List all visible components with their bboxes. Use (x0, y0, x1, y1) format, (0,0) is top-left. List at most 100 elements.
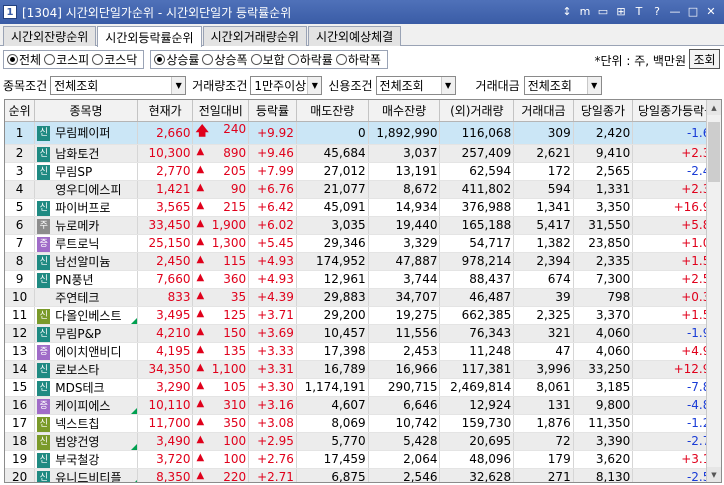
stock-name-cell[interactable]: 신 무림SP (34, 162, 138, 181)
table-row[interactable]: 1 신 무림페이퍼 2,660 🡅 240 +9.92 0 1,892,990 116,068 30… (5, 121, 721, 145)
stock-name[interactable]: 무림페이퍼 (55, 126, 110, 140)
column-header-7[interactable]: (외)거래량 (439, 100, 515, 122)
stock-name[interactable]: 남선알미늄 (55, 255, 110, 269)
tab-2[interactable]: 시간외거래량순위 (202, 26, 307, 46)
stock-name-cell[interactable]: 신 부국철강 (34, 450, 138, 469)
stock-name[interactable]: 영우디에스피 (55, 183, 121, 197)
chevron-down-icon[interactable]: ▼ (307, 77, 322, 94)
stock-name-cell[interactable]: 신 남선알미늄 (34, 252, 138, 271)
stock-name[interactable]: PN풍년 (55, 273, 93, 287)
table-row[interactable]: 4 영우디에스피 1,421 ▲ 90 +6.76 21,077 8,672 411,802 59… (5, 180, 721, 199)
stock-name[interactable]: 주연테크 (55, 291, 99, 305)
font-icon[interactable]: ? (650, 3, 664, 19)
vertical-scrollbar[interactable]: ▲ ▼ (706, 100, 721, 482)
scroll-down-icon[interactable]: ▼ (707, 467, 721, 482)
radio-dot-icon[interactable] (7, 54, 18, 65)
maximize-icon[interactable]: ✕ (704, 3, 718, 19)
amount-select[interactable]: 전체조회 ▼ (523, 76, 602, 95)
radio-dot-icon[interactable] (287, 54, 299, 65)
column-header-6[interactable]: 매수잔량 (368, 100, 441, 122)
stock-name-cell[interactable]: 주 뉴로메카 (34, 216, 138, 235)
screen-icon[interactable]: ▭ (596, 3, 610, 19)
stock-name-cell[interactable]: 신 유니드비티플 (34, 468, 138, 483)
stock-name-cell[interactable]: 신 무림페이퍼 (34, 121, 138, 145)
stock-name-cell[interactable]: 증 루트로닉 (34, 234, 138, 253)
stock-name-cell[interactable]: 영우디에스피 (34, 180, 138, 199)
table-row[interactable]: 12 신 무림P&P 4,210 ▲ 150 +3.69 10,457 11,556 76,343… (5, 324, 721, 343)
stock-name-cell[interactable]: 신 파이버프로 (34, 198, 138, 217)
sort-radio-1[interactable]: 상승폭 (202, 51, 248, 68)
sort-radio-2[interactable]: 보합 (250, 51, 285, 68)
stock-name-cell[interactable]: 증 에이치앤비디 (34, 342, 138, 361)
inquiry-button[interactable]: 조회 (689, 49, 720, 69)
minimize-icon[interactable]: □ (686, 3, 700, 19)
stock-name[interactable]: 무림SP (55, 165, 92, 179)
resize-icon[interactable]: ↕ (560, 3, 574, 19)
table-row[interactable]: 9 신 PN풍년 7,660 ▲ 360 +4.93 12,961 3,744 88,437 674… (5, 270, 721, 289)
radio-dot-icon[interactable] (335, 54, 347, 65)
link-icon[interactable]: ⊞ (614, 3, 628, 19)
stock-name-cell[interactable]: 신 PN풍년 (34, 270, 138, 289)
column-header-4[interactable]: 등락률 (248, 100, 297, 122)
stock-name-cell[interactable]: 주연테크 (34, 288, 138, 307)
stock-name[interactable]: MDS테크 (55, 381, 104, 395)
chevron-down-icon[interactable]: ▼ (171, 77, 186, 94)
credit-condition-select[interactable]: 전체조회 ▼ (375, 76, 456, 95)
stock-name-cell[interactable]: 신 무림P&P (34, 324, 138, 343)
tab-1[interactable]: 시간외등락률순위 (97, 26, 202, 47)
scroll-up-icon[interactable]: ▲ (707, 100, 721, 115)
stock-condition-select[interactable]: 전체조회 ▼ (50, 76, 187, 95)
column-header-2[interactable]: 현재가 (137, 100, 194, 122)
table-row[interactable]: 20 신 유니드비티플 8,350 ▲ 220 +2.71 6,875 2,546 32,628 2… (5, 468, 721, 483)
stock-name-cell[interactable]: 증 케이피에스 (34, 396, 138, 415)
table-row[interactable]: 13 증 에이치앤비디 4,195 ▲ 135 +3.33 17,398 2,453 11,248… (5, 342, 721, 361)
help-icon[interactable]: — (668, 3, 682, 19)
stock-name[interactable]: 루트로닉 (55, 237, 99, 251)
table-row[interactable]: 16 증 케이피에스 10,110 ▲ 310 +3.16 4,607 6,646 12,924 1… (5, 396, 721, 415)
table-row[interactable]: 11 신 다올인베스트 3,495 ▲ 125 +3.71 29,200 19,275 662,3… (5, 306, 721, 325)
table-row[interactable]: 2 신 남화토건 10,300 ▲ 890 +9.46 45,684 3,037 257,409 2… (5, 144, 721, 163)
scroll-thumb[interactable] (708, 122, 720, 182)
stock-name-cell[interactable]: 신 남화토건 (34, 144, 138, 163)
sort-radio-4[interactable]: 하락폭 (335, 51, 381, 68)
stock-name[interactable]: 유니드비티플 (55, 471, 121, 483)
stock-name[interactable]: 로보스타 (55, 363, 99, 377)
radio-dot-icon[interactable] (154, 54, 166, 65)
column-header-3[interactable]: 전일대비 (192, 100, 250, 122)
stock-name[interactable]: 범양건영 (55, 435, 99, 449)
sort-radio-0[interactable]: 상승률 (154, 51, 199, 68)
tab-0[interactable]: 시간외잔량순위 (3, 26, 97, 46)
stock-name-cell[interactable]: 신 로보스타 (34, 360, 138, 379)
stock-name[interactable]: 다올인베스트 (55, 309, 121, 323)
table-row[interactable]: 6 주 뉴로메카 33,450 ▲ 1,900 +6.02 3,035 19,440 165,18… (5, 216, 721, 235)
volume-condition-select[interactable]: 1만주이상 ▼ (250, 76, 323, 95)
table-row[interactable]: 8 신 남선알미늄 2,450 ▲ 115 +4.93 174,952 47,887 978,21… (5, 252, 721, 271)
market-radio-2[interactable]: 코스닥 (92, 51, 137, 68)
radio-dot-icon[interactable] (202, 54, 214, 65)
table-row[interactable]: 3 신 무림SP 2,770 ▲ 205 +7.99 27,012 13,191 62,594 17… (5, 162, 721, 181)
radio-dot-icon[interactable] (92, 54, 104, 65)
stock-name[interactable]: 남화토건 (55, 147, 99, 161)
sort-radio-3[interactable]: 하락률 (287, 51, 333, 68)
column-header-5[interactable]: 매도잔량 (296, 100, 369, 122)
radio-dot-icon[interactable] (250, 54, 262, 65)
column-header-9[interactable]: 당일종가 (573, 100, 634, 122)
market-radio-1[interactable]: 코스피 (44, 51, 89, 68)
table-row[interactable]: 5 신 파이버프로 3,565 ▲ 215 +6.42 45,091 14,934 376,988… (5, 198, 721, 217)
table-row[interactable]: 17 신 넥스트칩 11,700 ▲ 350 +3.08 8,069 10,742 159,730… (5, 414, 721, 433)
tab-3[interactable]: 시간외예상체결 (307, 26, 402, 46)
chevron-down-icon[interactable]: ▼ (586, 77, 601, 94)
stock-name-cell[interactable]: 신 MDS테크 (34, 378, 138, 397)
stock-name[interactable]: 케이피에스 (55, 399, 110, 413)
stock-name[interactable]: 부국철강 (55, 453, 99, 467)
stock-name[interactable]: 파이버프로 (55, 201, 110, 215)
table-row[interactable]: 10 주연테크 833 ▲ 35 +4.39 29,883 34,707 46,487 39 798… (5, 288, 721, 307)
table-row[interactable]: 7 증 루트로닉 25,150 ▲ 1,300 +5.45 29,346 3,329 54,717… (5, 234, 721, 253)
stock-name-cell[interactable]: 신 다올인베스트 (34, 306, 138, 325)
column-header-0[interactable]: 순위 (5, 100, 36, 122)
column-header-1[interactable]: 종목명 (34, 100, 138, 122)
table-row[interactable]: 14 신 로보스타 34,350 ▲ 1,100 +3.31 16,789 16,966 117,… (5, 360, 721, 379)
stock-name[interactable]: 에이치앤비디 (55, 345, 121, 359)
radio-dot-icon[interactable] (44, 54, 56, 65)
stock-name-cell[interactable]: 신 넥스트칩 (34, 414, 138, 433)
